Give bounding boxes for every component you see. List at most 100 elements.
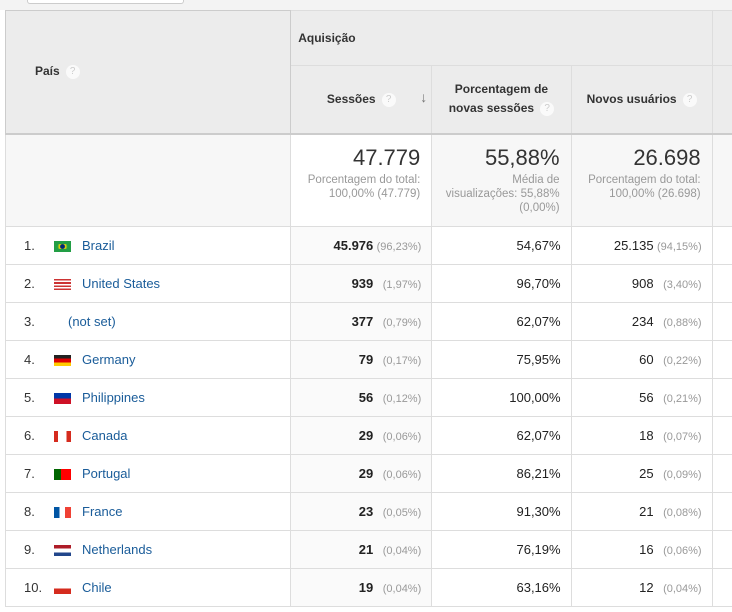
help-icon[interactable]: ? <box>381 92 396 107</box>
country-cell: 9. Netherlands <box>4 530 292 569</box>
help-icon[interactable]: ? <box>540 102 555 117</box>
new-users-pct: (0,04%) <box>663 583 702 595</box>
new-users-value: 56 <box>639 390 654 405</box>
table-row: 6. Canada 29 (0,06%) 62,07% 18 (0,07%) <box>4 416 732 455</box>
country-link[interactable]: Brazil <box>82 238 115 253</box>
new-users-value: 16 <box>639 542 654 557</box>
sessions-cell: 29 (0,06%) <box>290 416 433 455</box>
sessions-cell: 56 (0,12%) <box>290 378 433 417</box>
total-sessions: 47.779 Porcentagem do total: 100,00% (47.7… <box>290 133 433 227</box>
next-group-header <box>711 10 732 66</box>
new-sessions-cell: 96,70% <box>431 264 572 303</box>
column-header-new-users[interactable]: Novos usuários? <box>570 65 713 135</box>
sessions-cell: 939 (1,97%) <box>290 264 433 303</box>
country-cell: 3. (not set) <box>4 302 292 341</box>
row-index: 5. <box>24 390 35 405</box>
sessions-cell: 29 (0,06%) <box>290 454 433 493</box>
new-users-pct: (3,40%) <box>663 279 702 291</box>
sessions-pct: (0,05%) <box>382 507 422 519</box>
country-link[interactable]: (not set) <box>68 314 116 329</box>
next-column-cell <box>711 226 732 265</box>
group-header-acquisition: Aquisição <box>290 10 713 66</box>
arrow-down-icon[interactable]: ↓ <box>420 88 427 107</box>
note: Porcentagem do total: <box>588 173 701 186</box>
new-sessions-cell: 54,67% <box>431 226 572 265</box>
new-users-pct: (0,06%) <box>663 545 702 557</box>
column-header-country[interactable]: País? <box>4 10 292 135</box>
sessions-pct: (0,06%) <box>382 469 422 481</box>
new-users-pct: (0,21%) <box>663 393 702 405</box>
note: (0,00%) <box>519 201 560 214</box>
new-users-cell: 18 (0,07%) <box>570 416 713 455</box>
new-users-pct: (94,15%) <box>656 241 702 253</box>
sessions-value: 29 <box>358 466 374 481</box>
country-link[interactable]: France <box>82 504 122 519</box>
new-users-cell: 25 (0,09%) <box>570 454 713 493</box>
new-users-pct: (0,07%) <box>663 431 702 443</box>
table-row: 1. Brazil 45.976 (96,23%) 54,67% 25.135 (94… <box>4 226 732 265</box>
column-header-new-sessions-pct[interactable]: Porcentagem de novas sessões? <box>431 65 572 135</box>
new-sessions-cell: 62,07% <box>431 302 572 341</box>
next-column-cell <box>711 133 732 227</box>
next-column-cell <box>711 302 732 341</box>
value: 47.779 <box>352 144 421 170</box>
next-column-cell <box>711 264 732 303</box>
dropdown-box[interactable] <box>27 0 184 4</box>
new-users-cell: 56 (0,21%) <box>570 378 713 417</box>
new-sessions-cell: 62,07% <box>431 416 572 455</box>
sessions-cell: 21 (0,04%) <box>290 530 433 569</box>
new-users-label: Novos usuários <box>586 91 677 106</box>
sessions-cell: 23 (0,05%) <box>290 492 433 531</box>
country-link[interactable]: Chile <box>82 580 112 595</box>
note: 100,00% (26.698) <box>609 187 701 200</box>
country-link[interactable]: Canada <box>82 428 128 443</box>
label-line: novas sessões <box>448 101 535 116</box>
sessions-cell: 79 (0,17%) <box>290 340 433 379</box>
row-index: 6. <box>24 428 35 443</box>
next-column-cell <box>711 530 732 569</box>
totals-label-cell <box>4 133 292 227</box>
country-link[interactable]: Germany <box>82 352 135 367</box>
table-row: 9. Netherlands 21 (0,04%) 76,19% 16 (0,06%) <box>4 530 732 569</box>
new-users-cell: 16 (0,06%) <box>570 530 713 569</box>
row-index: 1. <box>24 238 35 253</box>
new-users-cell: 234 (0,88%) <box>570 302 713 341</box>
sessions-pct: (1,97%) <box>382 279 422 291</box>
chile-flag-icon <box>54 583 71 595</box>
row-index: 2. <box>24 276 35 291</box>
column-header-sessions[interactable]: Sessões? ↓ <box>290 65 433 135</box>
value: 26.698 <box>633 144 701 170</box>
help-icon[interactable]: ? <box>65 65 80 80</box>
help-icon[interactable]: ? <box>682 92 697 107</box>
next-column-cell <box>711 454 732 493</box>
new-sessions-cell: 91,30% <box>431 492 572 531</box>
france-flag-icon <box>54 507 71 519</box>
country-link[interactable]: United States <box>82 276 160 291</box>
country-cell: 1. Brazil <box>4 226 292 265</box>
next-column-cell <box>711 340 732 379</box>
row-index: 7. <box>24 466 35 481</box>
new-users-value: 234 <box>631 314 654 329</box>
country-link[interactable]: Philippines <box>82 390 145 405</box>
sessions-pct: (0,79%) <box>382 317 422 329</box>
new-users-pct: (0,08%) <box>663 507 702 519</box>
new-users-cell: 21 (0,08%) <box>570 492 713 531</box>
note: 100,00% (47.779) <box>328 187 421 200</box>
country-link[interactable]: Netherlands <box>82 542 152 557</box>
country-cell: 10. Chile <box>4 568 292 607</box>
new-users-value: 21 <box>639 504 654 519</box>
country-cell: 4. Germany <box>4 340 292 379</box>
label-line: Porcentagem de <box>454 82 549 97</box>
total-new-users: 26.698 Porcentagem do total: 100,00% (26.6… <box>570 133 713 227</box>
next-column-cell <box>711 492 732 531</box>
table-row: 7. Portugal 29 (0,06%) 86,21% 25 (0,09%) <box>4 454 732 493</box>
sessions-value: 56 <box>358 390 374 405</box>
country-cell: 2. United States <box>4 264 292 303</box>
sessions-pct: (0,12%) <box>382 393 422 405</box>
sessions-cell: 19 (0,04%) <box>290 568 433 607</box>
next-column-cell <box>711 416 732 455</box>
country-link[interactable]: Portugal <box>82 466 130 481</box>
new-users-cell: 25.135 (94,15%) <box>570 226 713 265</box>
sessions-value: 19 <box>358 580 374 595</box>
us-flag-icon <box>54 279 71 291</box>
